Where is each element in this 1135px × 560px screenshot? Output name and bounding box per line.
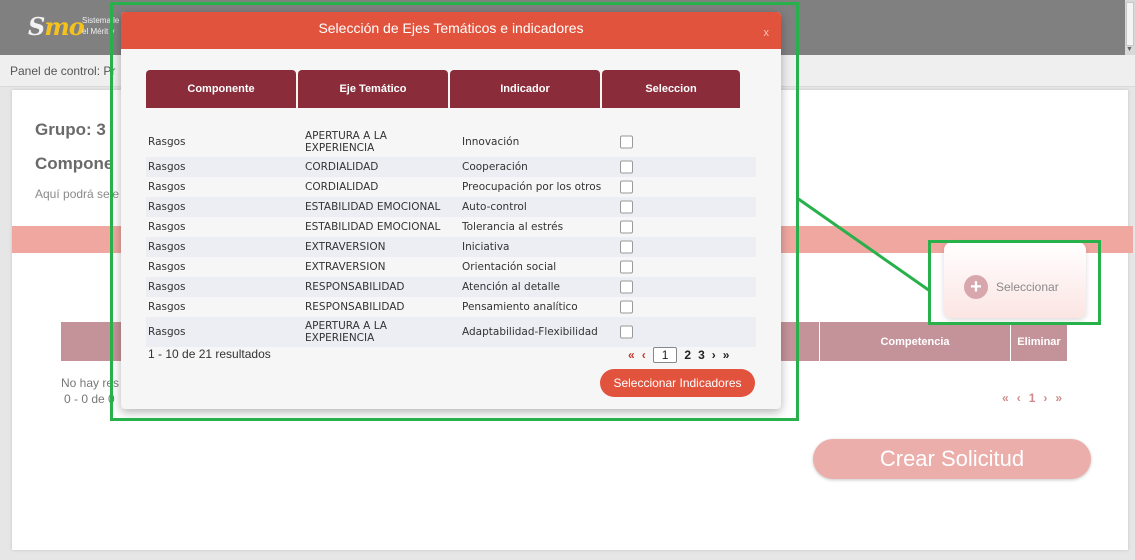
cell-componente: Rasgos — [148, 281, 186, 293]
componente-title: Compone — [35, 154, 114, 173]
column-header-eje-tematico: Eje Temático — [298, 70, 448, 108]
row-checkbox[interactable] — [620, 325, 633, 339]
indicators-table-body: Rasgos APERTURA A LA EXPERIENCIA Innovac… — [146, 127, 756, 347]
row-checkbox[interactable] — [620, 260, 633, 274]
table-row: Rasgos ESTABILIDAD EMOCIONAL Tolerancia … — [146, 217, 756, 237]
cell-componente: Rasgos — [148, 136, 186, 148]
cell-indicador: Iniciativa — [462, 241, 510, 253]
row-checkbox[interactable] — [620, 220, 633, 234]
scrollbar-thumb[interactable] — [1126, 2, 1134, 46]
cell-indicador: Preocupación por los otros — [462, 181, 602, 193]
cell-indicador: Orientación social — [462, 261, 557, 273]
hint-text: Aquí podrá sele — [35, 187, 120, 201]
cell-eje: ESTABILIDAD EMOCIONAL — [305, 221, 441, 233]
results-count: 0 - 0 de 0 — [64, 392, 115, 406]
cell-componente: Rasgos — [148, 241, 186, 253]
selection-modal: Selección de Ejes Temáticos e indicadore… — [121, 12, 781, 409]
cell-eje: ESTABILIDAD EMOCIONAL — [305, 201, 441, 213]
modal-pagination: « ‹ 1 2 3 › » — [628, 347, 729, 363]
next-page-icon[interactable]: › — [1043, 391, 1047, 405]
page-number[interactable]: 1 — [1029, 391, 1036, 405]
scroll-down-icon[interactable]: ▼ — [1126, 46, 1133, 53]
table-row: Rasgos CORDIALIDAD Cooperación — [146, 157, 756, 177]
grupo-title: Grupo: 3 — [35, 120, 106, 139]
breadcrumb[interactable]: Panel de control: Pr — [10, 64, 115, 78]
next-page-icon[interactable]: › — [712, 348, 716, 362]
prev-page-icon[interactable]: ‹ — [642, 348, 646, 362]
table-row: Rasgos ESTABILIDAD EMOCIONAL Auto-contro… — [146, 197, 756, 217]
seleccionar-button[interactable]: + Seleccionar — [964, 275, 1059, 299]
table-row: Rasgos EXTRAVERSION Iniciativa — [146, 237, 756, 257]
row-checkbox[interactable] — [620, 180, 633, 194]
cell-eje: RESPONSABILIDAD — [305, 281, 405, 293]
cell-componente: Rasgos — [148, 301, 186, 313]
cell-eje: APERTURA A LA EXPERIENCIA — [305, 320, 387, 344]
plus-icon: + — [964, 275, 988, 299]
close-icon[interactable]: x — [764, 17, 770, 49]
row-checkbox[interactable] — [620, 160, 633, 174]
seleccionar-label: Seleccionar — [996, 280, 1059, 294]
first-page-icon[interactable]: « — [1002, 391, 1009, 405]
modal-title: Selección de Ejes Temáticos e indicadore… — [318, 20, 584, 36]
column-header-competencia: Competencia — [820, 322, 1010, 361]
cell-eje: CORDIALIDAD — [305, 181, 379, 193]
table-row: Rasgos RESPONSABILIDAD Atención al detal… — [146, 277, 756, 297]
first-page-icon[interactable]: « — [628, 348, 635, 362]
column-header-seleccion: Seleccion — [602, 70, 740, 108]
cell-componente: Rasgos — [148, 161, 186, 173]
cell-eje: APERTURA A LA EXPERIENCIA — [305, 130, 387, 154]
row-checkbox[interactable] — [620, 280, 633, 294]
cell-eje: EXTRAVERSION — [305, 261, 386, 273]
table-row: Rasgos APERTURA A LA EXPERIENCIA Innovac… — [146, 127, 756, 157]
page-3-link[interactable]: 3 — [698, 348, 705, 362]
table-row: Rasgos CORDIALIDAD Preocupación por los … — [146, 177, 756, 197]
cell-indicador: Adaptabilidad-Flexibilidad — [462, 326, 598, 338]
cell-indicador: Cooperación — [462, 161, 528, 173]
cell-indicador: Tolerancia al estrés — [462, 221, 564, 233]
page-2-link[interactable]: 2 — [684, 348, 691, 362]
row-checkbox[interactable] — [620, 135, 633, 149]
scrollbar[interactable]: ▼ — [1125, 0, 1135, 55]
cell-indicador: Pensamiento analítico — [462, 301, 578, 313]
bottom-pagination: « ‹ 1 › » — [1002, 391, 1062, 405]
column-header-componente: Componente — [146, 70, 296, 108]
row-checkbox[interactable] — [620, 300, 633, 314]
prev-page-icon[interactable]: ‹ — [1017, 391, 1021, 405]
cell-eje: CORDIALIDAD — [305, 161, 379, 173]
cell-indicador: Auto-control — [462, 201, 527, 213]
cell-componente: Rasgos — [148, 181, 186, 193]
current-page[interactable]: 1 — [652, 347, 678, 363]
cell-indicador: Innovación — [462, 136, 520, 148]
seleccionar-indicadores-button[interactable]: Seleccionar Indicadores — [600, 369, 755, 397]
last-page-icon[interactable]: » — [1055, 391, 1062, 405]
column-header-eliminar: Eliminar — [1011, 322, 1067, 361]
cell-eje: EXTRAVERSION — [305, 241, 386, 253]
app-logo[interactable]: Smo Sistema le el Mérit y — [28, 10, 119, 46]
crear-solicitud-button[interactable]: Crear Solicitud — [813, 439, 1091, 479]
cell-indicador: Atención al detalle — [462, 281, 560, 293]
indicators-table-header: Componente Eje Temático Indicador Selecc… — [146, 70, 742, 108]
cell-componente: Rasgos — [148, 261, 186, 273]
no-results-text: No hay res — [61, 376, 120, 390]
results-summary: 1 - 10 de 21 resultados — [148, 347, 271, 361]
table-row: Rasgos EXTRAVERSION Orientación social — [146, 257, 756, 277]
logo-mark: Smo — [28, 12, 85, 41]
row-checkbox[interactable] — [620, 200, 633, 214]
column-header-indicador: Indicador — [450, 70, 600, 108]
table-row: Rasgos APERTURA A LA EXPERIENCIA Adaptab… — [146, 317, 756, 347]
cell-eje: RESPONSABILIDAD — [305, 301, 405, 313]
last-page-icon[interactable]: » — [723, 348, 730, 362]
seleccionar-card[interactable]: + Seleccionar — [944, 242, 1086, 318]
cell-componente: Rasgos — [148, 326, 186, 338]
table-row: Rasgos RESPONSABILIDAD Pensamiento analí… — [146, 297, 756, 317]
cell-componente: Rasgos — [148, 201, 186, 213]
modal-header: Selección de Ejes Temáticos e indicadore… — [121, 12, 781, 49]
cell-componente: Rasgos — [148, 221, 186, 233]
row-checkbox[interactable] — [620, 240, 633, 254]
